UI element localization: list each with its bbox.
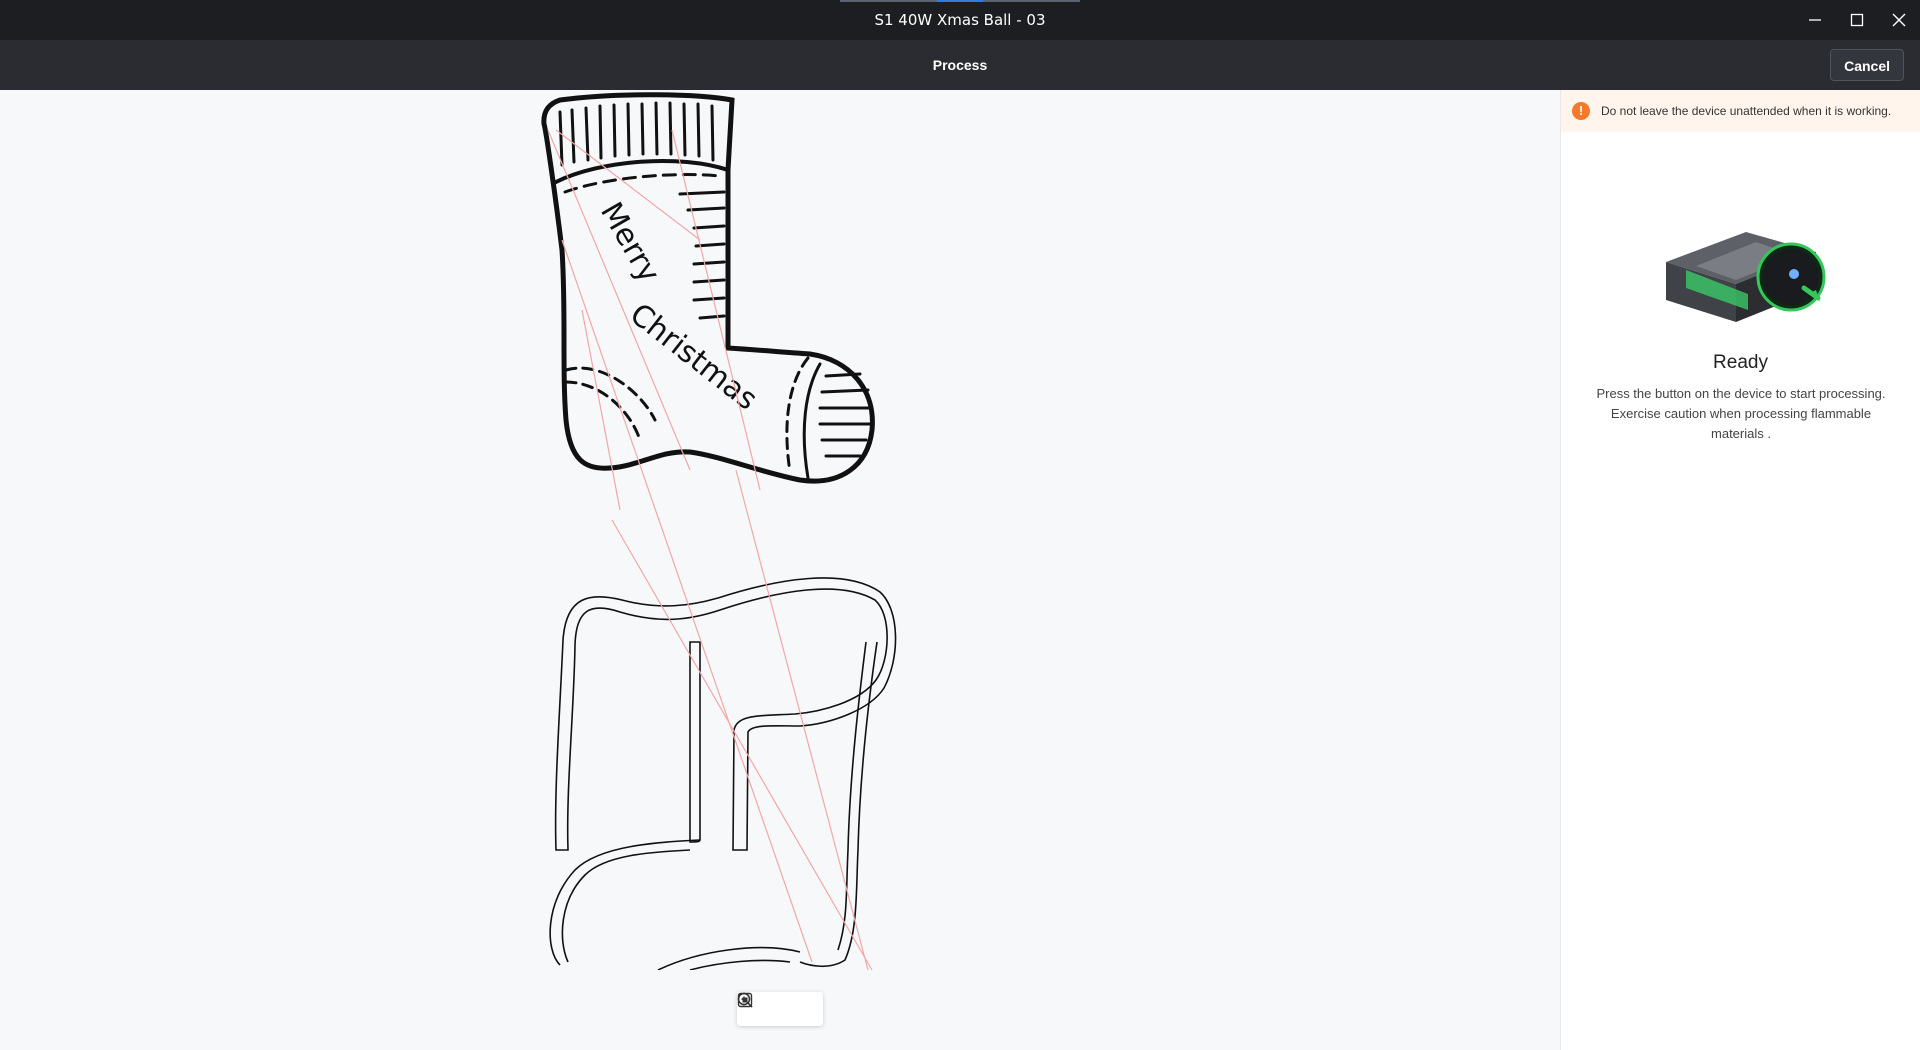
laser-device-image: [1666, 232, 1826, 322]
maximize-button[interactable]: [1836, 0, 1878, 40]
maximize-icon: [1850, 13, 1864, 27]
warning-icon: !: [1572, 102, 1590, 120]
minimize-icon: [1809, 19, 1821, 21]
engraving-text-part2: Christmas: [623, 297, 764, 418]
fit-screen-icon: [737, 992, 753, 1008]
status-title: Ready: [1713, 352, 1768, 373]
minimize-button[interactable]: [1794, 0, 1836, 40]
warning-text: Do not leave the device unattended when …: [1601, 104, 1892, 118]
title-bar: S1 40W Xmas Ball - 03: [0, 0, 1920, 40]
laser-path-lines: [547, 129, 873, 971]
toolbar-title: Process: [932, 57, 988, 73]
status-description: Press the button on the device to start …: [1596, 386, 1886, 441]
stocking-drawing: Merry Christmas: [541, 92, 875, 484]
stocking-outline: [549, 577, 897, 970]
window-title: S1 40W Xmas Ball - 03: [874, 11, 1046, 29]
status-panel: ! Do not leave the device unattended whe…: [1560, 90, 1920, 1050]
cancel-button[interactable]: Cancel: [1830, 49, 1904, 81]
process-toolbar: Process Cancel: [0, 40, 1920, 90]
zoom-controls: [737, 992, 823, 1026]
fit-screen-button[interactable]: [737, 992, 817, 1020]
design-preview: Merry Christmas: [541, 92, 897, 971]
warning-banner: ! Do not leave the device unattended whe…: [1561, 90, 1920, 132]
close-button[interactable]: [1878, 0, 1920, 40]
design-canvas[interactable]: Merry Christmas: [0, 90, 1560, 1050]
engraving-text-part1: Merry: [593, 197, 666, 289]
close-icon: [1892, 13, 1906, 27]
cuff-ribs: [558, 101, 715, 167]
zoom-in-button[interactable]: [737, 992, 791, 1020]
